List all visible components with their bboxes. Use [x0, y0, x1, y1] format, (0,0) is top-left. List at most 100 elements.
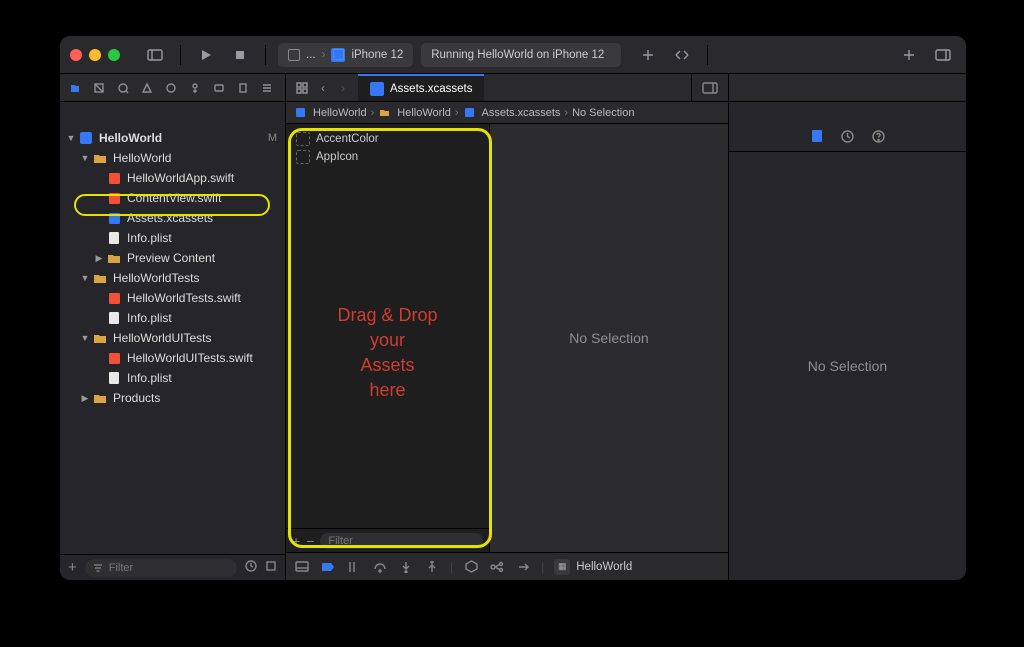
breakpoint-navigator-tab[interactable] — [236, 81, 250, 95]
folder-row[interactable]: ▼ HelloWorld — [60, 148, 285, 168]
add-file-button[interactable]: + — [68, 559, 77, 576]
folder-row[interactable]: ▶ Products — [60, 388, 285, 408]
asset-row[interactable]: AppIcon — [286, 148, 489, 166]
toggle-debug-area-button[interactable] — [294, 559, 310, 575]
status-text: Running HelloWorld on iPhone 12 — [431, 49, 604, 61]
minimize-window-button[interactable] — [89, 49, 101, 61]
crumb-1[interactable]: HelloWorld — [397, 107, 451, 119]
recent-filter-button[interactable] — [245, 560, 257, 575]
review-button[interactable] — [669, 44, 695, 66]
device-icon — [331, 48, 345, 62]
file-label: HelloWorldTests.swift — [127, 291, 241, 305]
file-row[interactable]: HelloWorldApp.swift — [60, 168, 285, 188]
help-inspector-tab[interactable] — [872, 130, 885, 146]
editor-layout-button[interactable] — [691, 74, 728, 101]
step-over-button[interactable] — [372, 559, 388, 575]
file-label: Info.plist — [127, 371, 172, 385]
colorset-icon — [296, 132, 310, 146]
go-forward-button[interactable]: › — [334, 77, 352, 99]
issue-navigator-tab[interactable] — [164, 81, 178, 95]
file-row-selected[interactable]: Assets.xcassets — [60, 208, 285, 228]
zoom-window-button[interactable] — [108, 49, 120, 61]
find-navigator-tab[interactable] — [140, 81, 154, 95]
disclosure-triangle-icon[interactable]: ▼ — [80, 153, 90, 163]
scheme-device-label: iPhone 12 — [351, 49, 403, 61]
scm-filter-button[interactable] — [265, 560, 277, 575]
file-label: HelloWorldUITests.swift — [127, 351, 253, 365]
run-button[interactable] — [193, 44, 219, 66]
asset-list-footer: + − — [286, 528, 489, 552]
folder-row[interactable]: ▶ Preview Content — [60, 248, 285, 268]
symbol-navigator-tab[interactable] — [116, 81, 130, 95]
swift-file-icon — [106, 350, 122, 366]
continue-button[interactable] — [346, 559, 362, 575]
step-into-button[interactable] — [398, 559, 414, 575]
library-button[interactable] — [896, 44, 922, 66]
file-inspector-tab[interactable] — [811, 129, 823, 146]
divider — [707, 45, 708, 65]
file-label: Info.plist — [127, 231, 172, 245]
project-navigator-tab[interactable] — [68, 81, 82, 95]
environment-overrides-button[interactable] — [515, 559, 531, 575]
file-row[interactable]: ContentView.swift — [60, 188, 285, 208]
active-tab[interactable]: Assets.xcassets — [358, 74, 484, 101]
related-items-button[interactable] — [292, 77, 312, 99]
tab-label: Assets.xcassets — [390, 83, 472, 95]
file-label: Info.plist — [127, 311, 172, 325]
asset-label: AppIcon — [316, 151, 358, 163]
toggle-inspector-button[interactable] — [930, 44, 956, 66]
jump-bar[interactable]: HelloWorld › HelloWorld › Assets.xcasset… — [286, 102, 728, 124]
test-navigator-tab[interactable] — [188, 81, 202, 95]
disclosure-triangle-icon[interactable]: ▶ — [94, 253, 104, 264]
crumb-3[interactable]: No Selection — [572, 107, 634, 119]
folder-row[interactable]: ▼ HelloWorldUITests — [60, 328, 285, 348]
add-asset-button[interactable]: + — [292, 533, 300, 549]
go-back-button[interactable]: ‹ — [314, 77, 332, 99]
crumb-2[interactable]: Assets.xcassets — [482, 107, 561, 119]
toggle-navigator-button[interactable] — [142, 44, 168, 66]
file-label: ContentView.swift — [127, 191, 222, 205]
folder-icon — [92, 150, 108, 166]
activity-status[interactable]: Running HelloWorld on iPhone 12 — [421, 43, 621, 67]
debug-process[interactable]: ▦ HelloWorld — [554, 559, 632, 575]
chevron-right-icon: › — [371, 107, 375, 119]
file-row[interactable]: HelloWorldUITests.swift — [60, 348, 285, 368]
project-root[interactable]: ▼ HelloWorld M — [60, 128, 285, 148]
remove-asset-button[interactable]: − — [306, 533, 314, 549]
plist-file-icon — [106, 370, 122, 386]
folder-row[interactable]: ▼ HelloWorldTests — [60, 268, 285, 288]
view-debug-button[interactable] — [463, 559, 479, 575]
breakpoints-button[interactable] — [320, 559, 336, 575]
inspector-panel: No Selection — [728, 124, 966, 580]
disclosure-triangle-icon[interactable]: ▶ — [80, 393, 90, 404]
debug-bar: | | ▦ HelloWorld — [286, 552, 728, 580]
file-label: Assets.xcassets — [127, 211, 213, 225]
folder-icon — [92, 330, 108, 346]
project-icon — [294, 106, 307, 119]
close-window-button[interactable] — [70, 49, 82, 61]
disclosure-triangle-icon[interactable]: ▼ — [80, 333, 90, 343]
file-tree[interactable]: ▼ HelloWorld M ▼ HelloWorld HelloWorldAp… — [60, 124, 285, 554]
disclosure-triangle-icon[interactable]: ▼ — [66, 133, 76, 143]
file-row[interactable]: Info.plist — [60, 308, 285, 328]
history-inspector-tab[interactable] — [841, 130, 854, 146]
project-navigator: ▼ HelloWorld M ▼ HelloWorld HelloWorldAp… — [60, 124, 286, 580]
disclosure-triangle-icon[interactable]: ▼ — [80, 273, 90, 283]
report-navigator-tab[interactable] — [260, 81, 274, 95]
file-row[interactable]: Info.plist — [60, 368, 285, 388]
file-row[interactable]: HelloWorldTests.swift — [60, 288, 285, 308]
source-control-navigator-tab[interactable] — [92, 81, 106, 95]
asset-row[interactable]: AccentColor — [286, 130, 489, 148]
file-row[interactable]: Info.plist — [60, 228, 285, 248]
debug-navigator-tab[interactable] — [212, 81, 226, 95]
add-editor-button[interactable] — [635, 44, 661, 66]
asset-filter-input[interactable] — [320, 533, 483, 549]
memory-graph-button[interactable] — [489, 559, 505, 575]
scheme-selector[interactable]: ... › iPhone 12 — [278, 43, 413, 67]
step-out-button[interactable] — [424, 559, 440, 575]
navigator-filter[interactable]: Filter — [85, 559, 237, 577]
asset-preview: No Selection — [490, 124, 728, 552]
stop-button[interactable] — [227, 44, 253, 66]
crumb-0[interactable]: HelloWorld — [313, 107, 367, 119]
navigator-footer: + Filter — [60, 554, 285, 580]
